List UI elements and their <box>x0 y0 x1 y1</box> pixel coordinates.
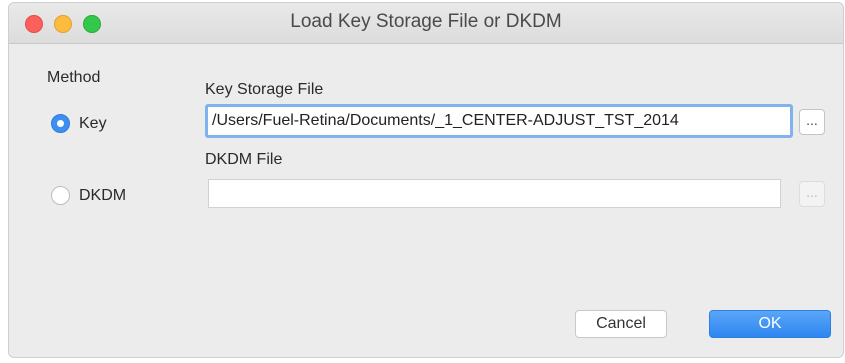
radio-dkdm[interactable] <box>51 186 70 205</box>
radio-dkdm-label[interactable]: DKDM <box>79 187 126 205</box>
window-title: Load Key Storage File or DKDM <box>290 11 562 32</box>
radio-key[interactable] <box>51 114 70 133</box>
radio-key-label[interactable]: Key <box>79 115 107 133</box>
ok-button[interactable]: OK <box>709 310 831 338</box>
cancel-button[interactable]: Cancel <box>575 310 667 338</box>
key-storage-file-input[interactable] <box>208 107 790 135</box>
title-bar: Load Key Storage File or DKDM <box>9 3 843 44</box>
key-storage-file-field[interactable] <box>205 104 793 138</box>
dkdm-file-input[interactable] <box>209 180 780 207</box>
key-storage-browse-button[interactable]: ... <box>799 109 825 135</box>
method-label: Method <box>47 69 101 86</box>
key-storage-file-label: Key Storage File <box>205 81 324 98</box>
dkdm-browse-button[interactable]: ... <box>799 181 825 207</box>
dkdm-file-field[interactable] <box>208 179 781 208</box>
dkdm-file-label: DKDM File <box>205 151 283 168</box>
dialog-window: Load Key Storage File or DKDM Method Key… <box>8 2 844 358</box>
